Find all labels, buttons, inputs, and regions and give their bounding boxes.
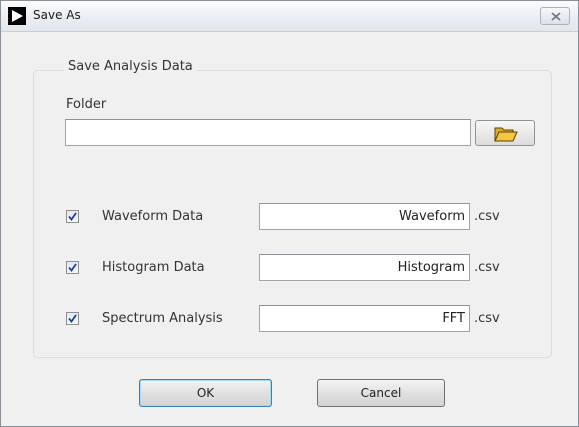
folder-path-input[interactable] bbox=[65, 119, 471, 146]
histogram-data-label: Histogram Data bbox=[102, 260, 205, 275]
title-bar: Save As bbox=[1, 1, 578, 32]
group-title: Save Analysis Data bbox=[64, 59, 197, 74]
spectrum-analysis-checkbox[interactable] bbox=[66, 312, 79, 325]
window-title: Save As bbox=[33, 8, 81, 22]
browse-folder-button[interactable] bbox=[475, 120, 535, 146]
close-button[interactable] bbox=[540, 7, 570, 25]
ok-button[interactable]: OK bbox=[139, 379, 272, 407]
spectrum-ext-label: .csv bbox=[474, 311, 500, 326]
app-play-icon bbox=[8, 7, 26, 25]
close-icon bbox=[551, 12, 561, 21]
histogram-ext-label: .csv bbox=[474, 260, 500, 275]
folder-open-icon bbox=[494, 127, 518, 142]
cancel-button[interactable]: Cancel bbox=[317, 379, 445, 407]
waveform-data-label: Waveform Data bbox=[102, 209, 204, 224]
waveform-filename-input[interactable] bbox=[259, 203, 470, 230]
spectrum-filename-input[interactable] bbox=[259, 305, 470, 332]
histogram-filename-input[interactable] bbox=[259, 254, 470, 281]
waveform-ext-label: .csv bbox=[474, 209, 500, 224]
histogram-data-checkbox[interactable] bbox=[66, 261, 79, 274]
checkmark-icon bbox=[68, 263, 77, 272]
folder-label: Folder bbox=[66, 97, 107, 112]
spectrum-analysis-label: Spectrum Analysis bbox=[102, 311, 223, 326]
waveform-data-checkbox[interactable] bbox=[66, 210, 79, 223]
checkmark-icon bbox=[68, 314, 77, 323]
checkmark-icon bbox=[68, 212, 77, 221]
